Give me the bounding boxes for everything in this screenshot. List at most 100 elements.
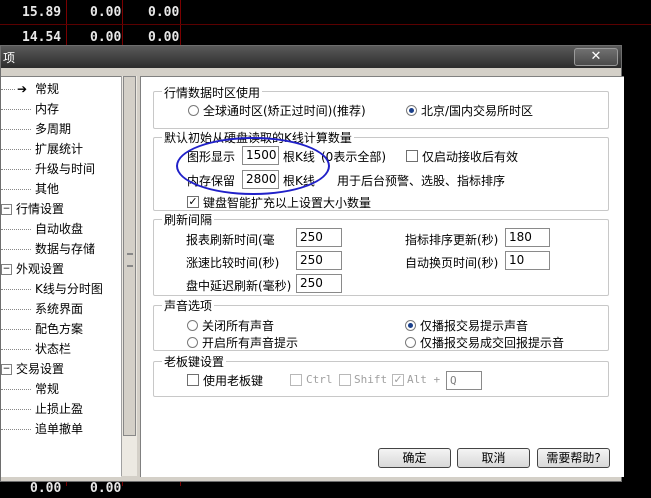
tree-item[interactable]: 状态栏 [1, 339, 121, 359]
timezone-global-label[interactable]: 全球通时区(矫正过时间)(推荐) [203, 102, 366, 119]
memory-count-note: 用于后台预警、选股、指标排序 [337, 174, 506, 188]
tree-item[interactable]: 其他 [1, 179, 121, 199]
sound-trade-label[interactable]: 仅播报交易提示声音 [420, 317, 528, 334]
shift-checkbox[interactable] [339, 374, 351, 386]
scrollbar-thumb[interactable] [123, 76, 136, 436]
tree-item[interactable]: 配色方案 [1, 319, 121, 339]
tree-item[interactable]: 升级与时间 [1, 159, 121, 179]
speed-compare-input[interactable]: 250 [296, 251, 342, 270]
grid-line [0, 24, 651, 25]
tree-item[interactable]: 系统界面 [1, 299, 121, 319]
sound-off-radio[interactable] [187, 320, 198, 331]
tree-scrollbar[interactable] [121, 76, 137, 476]
auto-page-label: 自动换页时间(秒) [405, 256, 499, 270]
ok-button[interactable]: 确定 [378, 448, 451, 468]
close-button[interactable]: ✕ [574, 48, 618, 66]
startup-only-checkbox[interactable] [406, 150, 418, 162]
dialog-titlebar[interactable]: 项 ✕ [1, 46, 621, 68]
sound-fill-label[interactable]: 仅播报交易成交回报提示音 [420, 334, 564, 351]
tree-item-label: 状态栏 [35, 342, 72, 356]
auto-expand-label[interactable]: 键盘智能扩充以上设置大小数量 [203, 194, 371, 211]
shift-label: Shift [354, 373, 388, 386]
tree-connector [1, 249, 31, 250]
sound-fill-radio[interactable] [405, 337, 416, 348]
tree-connector [1, 409, 31, 410]
timezone-beijing-label[interactable]: 北京/国内交易所时区 [421, 102, 533, 119]
tree-item[interactable]: 数据与存储 [1, 239, 121, 259]
sound-on-radio[interactable] [187, 337, 198, 348]
tree-item[interactable]: 止损止盈 [1, 399, 121, 419]
tree-item-label: 其他 [35, 182, 60, 196]
collapse-icon[interactable]: − [1, 204, 12, 215]
startup-only-label[interactable]: 仅启动接收后有效 [422, 148, 518, 165]
help-button[interactable]: 需要帮助? [537, 448, 610, 468]
delay-refresh-label: 盘中延迟刷新(毫秒) [186, 279, 292, 293]
tree-item-label: 数据与存储 [35, 242, 96, 256]
quote-cell: 0.00 [30, 481, 62, 496]
tree-item-label: K线与分时图 [35, 282, 103, 296]
tree-group-label: 行情设置 [16, 202, 65, 216]
quote-cell: 0.00 [90, 5, 122, 20]
speed-compare-label: 涨速比较时间(秒) [186, 256, 280, 270]
report-refresh-label: 报表刷新时间(毫 [186, 233, 275, 247]
sound-on-label[interactable]: 开启所有声音提示 [202, 334, 298, 351]
quote-row: 14.54 0.00 0.00 [0, 27, 651, 47]
tree-item-label: 自动收盘 [35, 222, 84, 236]
tree-connector [1, 329, 31, 330]
alt-checkbox[interactable]: ✓ [392, 374, 404, 386]
tree-item[interactable]: ➔ 常规 [1, 79, 121, 99]
tree-connector [1, 289, 31, 290]
boss-key-label[interactable]: 使用老板键 [203, 372, 263, 389]
tree-item[interactable]: 常规 [1, 379, 121, 399]
alt-label: Alt + [407, 373, 441, 386]
tree-item-label: 升级与时间 [35, 162, 96, 176]
tree-item[interactable]: 内存 [1, 99, 121, 119]
boss-hotkey-input[interactable]: Q [446, 371, 482, 390]
tree-item-label: 常规 [35, 382, 60, 396]
tree-group[interactable]: − 外观设置 [1, 259, 121, 279]
report-refresh-input[interactable]: 250 [296, 228, 342, 247]
tree-connector [1, 129, 31, 130]
tree-connector [1, 89, 15, 90]
tree-item-label: 止损止盈 [35, 402, 84, 416]
tree-item[interactable]: 追单撤单 [1, 419, 121, 439]
auto-page-input[interactable]: 10 [505, 251, 550, 270]
dialog-title: 项 [3, 51, 16, 65]
ctrl-label: Ctrl [306, 373, 333, 386]
close-icon: ✕ [590, 49, 602, 64]
arrow-right-icon: ➔ [17, 82, 28, 96]
quote-cell: 0.00 [90, 30, 122, 45]
tree-item[interactable]: 多周期 [1, 119, 121, 139]
tree-group[interactable]: − 行情设置 [1, 199, 121, 219]
collapse-icon[interactable]: − [1, 264, 12, 275]
cancel-button[interactable]: 取消 [457, 448, 530, 468]
indicator-sort-input[interactable]: 180 [505, 228, 550, 247]
sound-trade-radio[interactable] [405, 320, 416, 331]
tree-item[interactable]: 自动收盘 [1, 219, 121, 239]
indicator-sort-label: 指标排序更新(秒) [405, 233, 499, 247]
tree-item[interactable]: 扩展统计 [1, 139, 121, 159]
auto-expand-checkbox[interactable]: ✓ [187, 196, 199, 208]
timezone-beijing-radio[interactable] [406, 105, 417, 116]
tree-connector [1, 349, 31, 350]
tree-group[interactable]: − 交易设置 [1, 359, 121, 379]
sound-off-label[interactable]: 关闭所有声音 [202, 317, 274, 334]
tree-item-label: 扩展统计 [35, 142, 84, 156]
grip-icon [127, 253, 133, 267]
tree-group-label: 外观设置 [16, 262, 65, 276]
tree-connector [1, 109, 31, 110]
timezone-global-radio[interactable] [188, 105, 199, 116]
tree-item[interactable]: K线与分时图 [1, 279, 121, 299]
annotation-ellipse [176, 137, 330, 195]
boss-key-checkbox[interactable] [187, 374, 199, 386]
collapse-icon[interactable]: − [1, 364, 12, 375]
tree-group-label: 交易设置 [16, 362, 65, 376]
tree-connector [1, 149, 31, 150]
options-dialog: 项 ✕ ➔ 常规 内存 多周期 扩展统计 升级与时间 其他 − 行情设置 自动收盘 … [0, 45, 624, 482]
delay-refresh-input[interactable]: 250 [296, 274, 342, 293]
timezone-group-title: 行情数据时区使用 [162, 84, 263, 101]
tree-item-label: 内存 [35, 102, 60, 116]
ctrl-checkbox[interactable] [290, 374, 302, 386]
refresh-group-title: 刷新间隔 [162, 211, 215, 228]
display-count-note: (0表示全部) [321, 150, 386, 164]
